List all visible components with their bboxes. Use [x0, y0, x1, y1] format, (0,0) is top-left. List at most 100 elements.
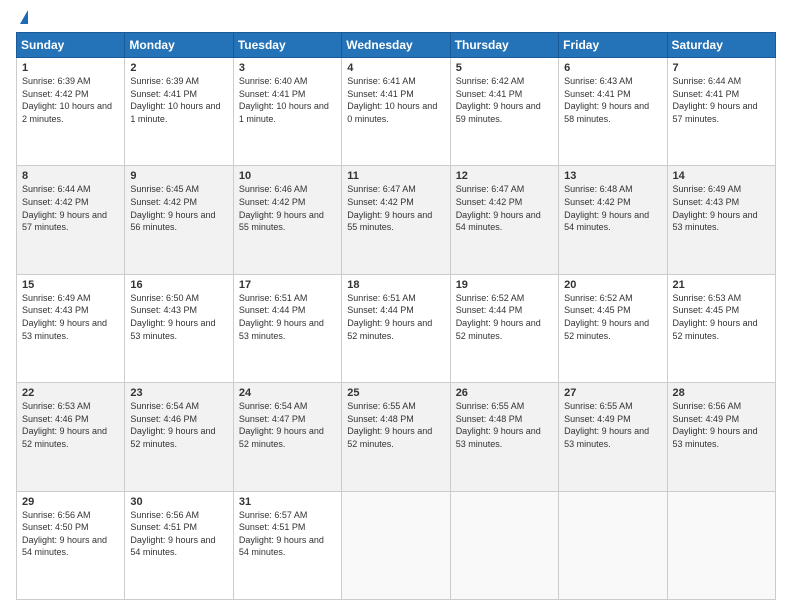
day-number: 11 [347, 170, 444, 182]
day-info: Sunrise: 6:42 AMSunset: 4:41 PMDaylight:… [456, 75, 553, 125]
day-info: Sunrise: 6:55 AMSunset: 4:48 PMDaylight:… [347, 400, 444, 450]
day-number: 5 [456, 62, 553, 74]
day-number: 16 [130, 279, 227, 291]
day-info: Sunrise: 6:54 AMSunset: 4:46 PMDaylight:… [130, 400, 227, 450]
calendar-cell: 19Sunrise: 6:52 AMSunset: 4:44 PMDayligh… [450, 274, 558, 382]
day-info: Sunrise: 6:53 AMSunset: 4:46 PMDaylight:… [22, 400, 119, 450]
day-number: 1 [22, 62, 119, 74]
calendar-cell: 25Sunrise: 6:55 AMSunset: 4:48 PMDayligh… [342, 383, 450, 491]
day-number: 20 [564, 279, 661, 291]
day-info: Sunrise: 6:55 AMSunset: 4:49 PMDaylight:… [564, 400, 661, 450]
day-info: Sunrise: 6:56 AMSunset: 4:50 PMDaylight:… [22, 509, 119, 559]
day-info: Sunrise: 6:51 AMSunset: 4:44 PMDaylight:… [239, 292, 336, 342]
day-info: Sunrise: 6:44 AMSunset: 4:41 PMDaylight:… [673, 75, 770, 125]
day-info: Sunrise: 6:39 AMSunset: 4:42 PMDaylight:… [22, 75, 119, 125]
calendar-cell: 9Sunrise: 6:45 AMSunset: 4:42 PMDaylight… [125, 166, 233, 274]
day-number: 9 [130, 170, 227, 182]
calendar-cell: 4Sunrise: 6:41 AMSunset: 4:41 PMDaylight… [342, 58, 450, 166]
calendar-cell [559, 491, 667, 599]
col-header-wednesday: Wednesday [342, 33, 450, 58]
day-info: Sunrise: 6:46 AMSunset: 4:42 PMDaylight:… [239, 183, 336, 233]
day-number: 29 [22, 496, 119, 508]
col-header-sunday: Sunday [17, 33, 125, 58]
day-number: 8 [22, 170, 119, 182]
day-number: 21 [673, 279, 770, 291]
day-info: Sunrise: 6:43 AMSunset: 4:41 PMDaylight:… [564, 75, 661, 125]
day-number: 26 [456, 387, 553, 399]
calendar-row-2: 8Sunrise: 6:44 AMSunset: 4:42 PMDaylight… [17, 166, 776, 274]
calendar-cell [342, 491, 450, 599]
calendar-cell: 10Sunrise: 6:46 AMSunset: 4:42 PMDayligh… [233, 166, 341, 274]
day-number: 22 [22, 387, 119, 399]
calendar-cell [667, 491, 775, 599]
day-number: 4 [347, 62, 444, 74]
calendar-cell: 28Sunrise: 6:56 AMSunset: 4:49 PMDayligh… [667, 383, 775, 491]
day-info: Sunrise: 6:48 AMSunset: 4:42 PMDaylight:… [564, 183, 661, 233]
calendar-header: SundayMondayTuesdayWednesdayThursdayFrid… [17, 33, 776, 58]
calendar-cell: 16Sunrise: 6:50 AMSunset: 4:43 PMDayligh… [125, 274, 233, 382]
day-number: 25 [347, 387, 444, 399]
day-number: 24 [239, 387, 336, 399]
day-info: Sunrise: 6:49 AMSunset: 4:43 PMDaylight:… [22, 292, 119, 342]
day-number: 2 [130, 62, 227, 74]
day-number: 17 [239, 279, 336, 291]
calendar-row-1: 1Sunrise: 6:39 AMSunset: 4:42 PMDaylight… [17, 58, 776, 166]
calendar-cell: 27Sunrise: 6:55 AMSunset: 4:49 PMDayligh… [559, 383, 667, 491]
day-number: 23 [130, 387, 227, 399]
calendar-cell: 18Sunrise: 6:51 AMSunset: 4:44 PMDayligh… [342, 274, 450, 382]
calendar-cell: 8Sunrise: 6:44 AMSunset: 4:42 PMDaylight… [17, 166, 125, 274]
calendar-cell: 31Sunrise: 6:57 AMSunset: 4:51 PMDayligh… [233, 491, 341, 599]
day-number: 19 [456, 279, 553, 291]
day-info: Sunrise: 6:54 AMSunset: 4:47 PMDaylight:… [239, 400, 336, 450]
day-info: Sunrise: 6:55 AMSunset: 4:48 PMDaylight:… [456, 400, 553, 450]
calendar-row-4: 22Sunrise: 6:53 AMSunset: 4:46 PMDayligh… [17, 383, 776, 491]
header-row: SundayMondayTuesdayWednesdayThursdayFrid… [17, 33, 776, 58]
day-number: 30 [130, 496, 227, 508]
day-info: Sunrise: 6:57 AMSunset: 4:51 PMDaylight:… [239, 509, 336, 559]
calendar-cell: 21Sunrise: 6:53 AMSunset: 4:45 PMDayligh… [667, 274, 775, 382]
day-number: 3 [239, 62, 336, 74]
logo [16, 12, 28, 24]
day-number: 14 [673, 170, 770, 182]
day-info: Sunrise: 6:45 AMSunset: 4:42 PMDaylight:… [130, 183, 227, 233]
calendar-cell: 13Sunrise: 6:48 AMSunset: 4:42 PMDayligh… [559, 166, 667, 274]
day-info: Sunrise: 6:53 AMSunset: 4:45 PMDaylight:… [673, 292, 770, 342]
day-info: Sunrise: 6:47 AMSunset: 4:42 PMDaylight:… [347, 183, 444, 233]
day-number: 15 [22, 279, 119, 291]
col-header-friday: Friday [559, 33, 667, 58]
day-number: 31 [239, 496, 336, 508]
calendar-cell [450, 491, 558, 599]
day-number: 18 [347, 279, 444, 291]
day-info: Sunrise: 6:39 AMSunset: 4:41 PMDaylight:… [130, 75, 227, 125]
day-info: Sunrise: 6:56 AMSunset: 4:51 PMDaylight:… [130, 509, 227, 559]
col-header-tuesday: Tuesday [233, 33, 341, 58]
calendar-cell: 2Sunrise: 6:39 AMSunset: 4:41 PMDaylight… [125, 58, 233, 166]
col-header-thursday: Thursday [450, 33, 558, 58]
day-info: Sunrise: 6:40 AMSunset: 4:41 PMDaylight:… [239, 75, 336, 125]
day-info: Sunrise: 6:51 AMSunset: 4:44 PMDaylight:… [347, 292, 444, 342]
calendar-cell: 22Sunrise: 6:53 AMSunset: 4:46 PMDayligh… [17, 383, 125, 491]
day-info: Sunrise: 6:49 AMSunset: 4:43 PMDaylight:… [673, 183, 770, 233]
calendar-cell: 7Sunrise: 6:44 AMSunset: 4:41 PMDaylight… [667, 58, 775, 166]
calendar-cell: 14Sunrise: 6:49 AMSunset: 4:43 PMDayligh… [667, 166, 775, 274]
calendar-cell: 17Sunrise: 6:51 AMSunset: 4:44 PMDayligh… [233, 274, 341, 382]
calendar-cell: 30Sunrise: 6:56 AMSunset: 4:51 PMDayligh… [125, 491, 233, 599]
calendar-body: 1Sunrise: 6:39 AMSunset: 4:42 PMDaylight… [17, 58, 776, 600]
col-header-monday: Monday [125, 33, 233, 58]
day-number: 13 [564, 170, 661, 182]
col-header-saturday: Saturday [667, 33, 775, 58]
day-info: Sunrise: 6:50 AMSunset: 4:43 PMDaylight:… [130, 292, 227, 342]
calendar-cell: 26Sunrise: 6:55 AMSunset: 4:48 PMDayligh… [450, 383, 558, 491]
logo-triangle-icon [20, 10, 28, 24]
day-number: 6 [564, 62, 661, 74]
calendar-cell: 12Sunrise: 6:47 AMSunset: 4:42 PMDayligh… [450, 166, 558, 274]
day-info: Sunrise: 6:41 AMSunset: 4:41 PMDaylight:… [347, 75, 444, 125]
page: SundayMondayTuesdayWednesdayThursdayFrid… [0, 0, 792, 612]
calendar-cell: 23Sunrise: 6:54 AMSunset: 4:46 PMDayligh… [125, 383, 233, 491]
day-number: 12 [456, 170, 553, 182]
calendar-cell: 11Sunrise: 6:47 AMSunset: 4:42 PMDayligh… [342, 166, 450, 274]
calendar-cell: 20Sunrise: 6:52 AMSunset: 4:45 PMDayligh… [559, 274, 667, 382]
calendar-cell: 5Sunrise: 6:42 AMSunset: 4:41 PMDaylight… [450, 58, 558, 166]
day-info: Sunrise: 6:52 AMSunset: 4:44 PMDaylight:… [456, 292, 553, 342]
day-info: Sunrise: 6:44 AMSunset: 4:42 PMDaylight:… [22, 183, 119, 233]
